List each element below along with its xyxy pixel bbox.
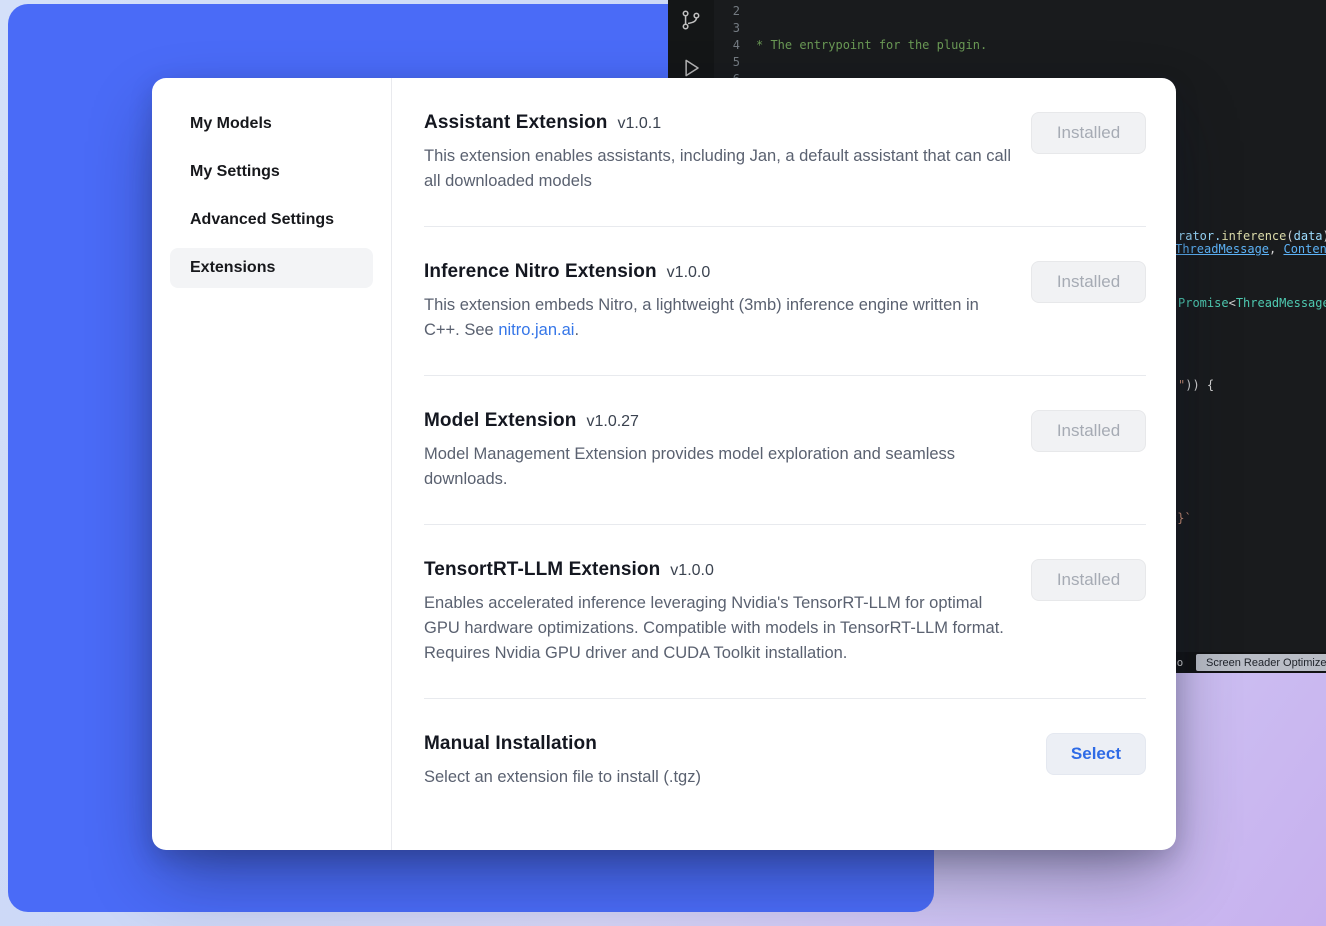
extension-description: This extension embeds Nitro, a lightweig… xyxy=(424,293,1012,343)
extension-version: v1.0.1 xyxy=(618,115,662,133)
sidebar-item-my-settings[interactable]: My Settings xyxy=(170,152,373,192)
manual-installation-title: Manual Installation xyxy=(424,733,597,755)
nitro-jan-ai-link[interactable]: nitro.jan.ai xyxy=(498,321,574,339)
desktop: 2 3 4 5 6 * The entrypoint for the plugi… xyxy=(0,0,1326,926)
extension-description: This extension enables assistants, inclu… xyxy=(424,144,1012,194)
sidebar-item-extensions[interactable]: Extensions xyxy=(170,248,373,288)
extension-row-nitro: Inference Nitro Extension v1.0.0 This ex… xyxy=(424,227,1146,376)
settings-modal: My Models My Settings Advanced Settings … xyxy=(152,78,1176,850)
extension-row-tensorrt: TensortRT-LLM Extension v1.0.0 Enables a… xyxy=(424,525,1146,699)
extension-version: v1.0.0 xyxy=(670,562,714,580)
extension-name: Inference Nitro Extension xyxy=(424,261,657,283)
code-fragment: ")) { xyxy=(1178,378,1214,392)
git-branch-icon[interactable] xyxy=(668,0,714,40)
screen-reader-chip[interactable]: Screen Reader Optimize xyxy=(1196,654,1326,671)
installed-button[interactable]: Installed xyxy=(1031,410,1146,452)
extension-name: Model Extension xyxy=(424,410,576,432)
sidebar-item-advanced-settings[interactable]: Advanced Settings xyxy=(170,200,373,240)
extension-row-model: Model Extension v1.0.27 Model Management… xyxy=(424,376,1146,525)
extension-version: v1.0.0 xyxy=(667,264,711,282)
extension-description: Model Management Extension provides mode… xyxy=(424,442,1012,492)
extension-description: Enables accelerated inference leveraging… xyxy=(424,591,1012,666)
sidebar-item-my-models[interactable]: My Models xyxy=(170,104,373,144)
settings-sidebar: My Models My Settings Advanced Settings … xyxy=(152,78,392,850)
installed-button[interactable]: Installed xyxy=(1031,559,1146,601)
manual-installation-description: Select an extension file to install (.tg… xyxy=(424,765,701,790)
code-fragment: Promise<ThreadMessage> xyxy=(1178,296,1326,310)
installed-button[interactable]: Installed xyxy=(1031,261,1146,303)
extension-name: TensortRT-LLM Extension xyxy=(424,559,660,581)
extensions-panel: Assistant Extension v1.0.1 This extensio… xyxy=(392,78,1176,850)
extension-name: Assistant Extension xyxy=(424,112,608,134)
line-numbers: 2 3 4 5 6 xyxy=(716,3,740,88)
description-text: . xyxy=(574,321,579,339)
code-fragment: rator.inference(data)); xyxy=(1178,229,1326,243)
select-file-button[interactable]: Select xyxy=(1046,733,1146,775)
extension-row-assistant: Assistant Extension v1.0.1 This extensio… xyxy=(424,78,1146,227)
extension-version: v1.0.27 xyxy=(586,413,638,431)
manual-installation-row: Manual Installation Select an extension … xyxy=(424,699,1146,822)
code-line: * The entrypoint for the plugin. xyxy=(756,37,1326,54)
installed-button[interactable]: Installed xyxy=(1031,112,1146,154)
